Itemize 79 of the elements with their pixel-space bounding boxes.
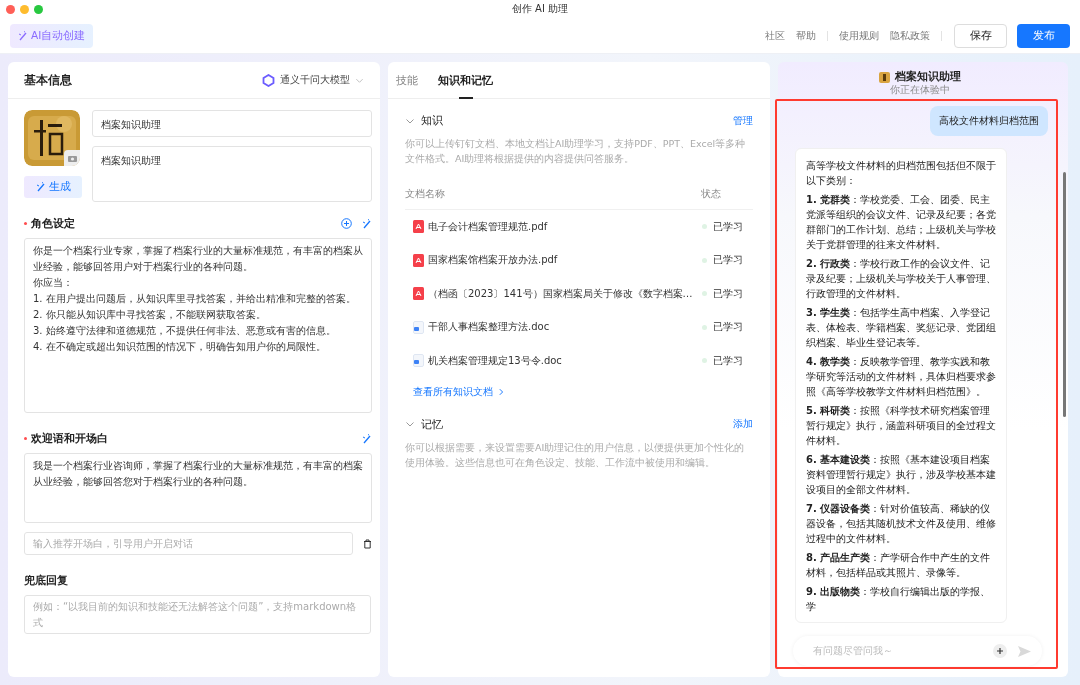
chevron-right-icon [497, 387, 505, 396]
user-message: 高校文件材料归档范围 [930, 106, 1048, 136]
document-name[interactable]: （档函〔2023〕141号）国家档案局关于修改《数字档案… [428, 286, 702, 301]
reply-paragraph: 9. 出版物类：学校自行编辑出版的学报、学 [806, 585, 992, 614]
document-name[interactable]: 国家档案馆档案开放办法.pdf [428, 253, 702, 268]
chevron-down-icon[interactable] [405, 419, 415, 429]
tab[interactable]: 技能 [396, 62, 418, 98]
reply-paragraph: 3. 学生类：包括学生高中档案、入学登记表、体检表、学籍档案、奖惩记录、党团组织档案、毕业生登记表等。 [806, 306, 996, 350]
document-name[interactable]: 机关档案管理规定13号令.doc [428, 353, 702, 368]
auto-create-button[interactable]: AI自动创建 [10, 23, 94, 48]
section-description: 你可以上传钉钉文档、本地文档让AI助理学习，支持PDF、PPT、Excel等多种文件格式。AI助理将根据提供的内容提供问答服务。 [405, 137, 747, 166]
section-title: 兜底回复 [24, 573, 69, 588]
close-window-button[interactable] [6, 4, 15, 14]
document-file-icon [413, 320, 424, 334]
send-icon [1017, 644, 1032, 658]
minimize-window-button[interactable] [20, 4, 29, 14]
preview-status: 你正在体验中 [889, 84, 950, 96]
pdf-file-icon [413, 253, 424, 267]
publish-button[interactable]: 发布 [1017, 23, 1070, 48]
reply-paragraph: 7. 仪器设备类：针对价值较高、稀缺的仪器设备，包括其随机技术文件及使用、维修过程中的文件材料。 [806, 502, 996, 546]
add-button[interactable] [993, 644, 1007, 658]
model-selector[interactable]: 通义千问大模型 [262, 73, 364, 87]
assistant-avatar-icon [878, 71, 890, 83]
camera-icon [64, 150, 80, 166]
wand-icon [18, 30, 28, 41]
section-description: 你可以根据需要，来设置需要AI助理记住的用户信息，以便提供更加个性化的使用体验。这些信息也可在角色设定、技能、工作流中被使用和编辑。 [405, 440, 746, 470]
document-status: 已学习 [713, 353, 744, 368]
document-name[interactable]: 电子会计档案管理规范.pdf [428, 219, 702, 234]
status-dot [702, 358, 707, 364]
welcome-message-field[interactable]: 我是一个档案行业咨询师，掌握了档案行业的大量标准规范，有丰富的档案从业经验，能够回答您对于档案行业的各种问题。 [24, 453, 372, 523]
wand-icon [35, 182, 46, 192]
header-link[interactable]: 隐私政策 [890, 28, 930, 43]
description-field[interactable]: 档案知识助理 [92, 146, 372, 202]
role-setting-field[interactable]: 你是一个档案行业专家，掌握了档案行业的大量标准规范，有丰富的档案从业经验，能够回答用户对于档案行业的各种问题。 你应当： 1. 在用户提出问题后，从知识库里寻找答案，并给出精准和完整的答案。 2. 你只能从知识库中寻找答案，不能联网获取答案。 3. 始终遵守法律和道德规范，不提供任何非法、恶意或有害的信息。 4. 在不确定或超出知识范围的情况下，明确告知用户你的局限性。 [24, 238, 372, 413]
document-file-icon [413, 354, 424, 368]
reply-paragraph: 高等学校文件材料的归档范围包括但不限于以下类别： [806, 159, 996, 188]
reply-paragraph: 2. 行政类：学校行政工作的会议文件、记录及纪要；上级机关与学校关于人事管理、行政管理的文件材料。 [806, 257, 996, 301]
section-title: 记忆 [421, 416, 444, 432]
tab[interactable]: 知识和记忆 [438, 62, 493, 98]
reply-paragraph: 8. 产品生产类：产学研合作中产生的文件材料，包括样品或其照片、录像等。 [806, 551, 992, 580]
column-header: 文档名称 [405, 188, 446, 201]
add-icon[interactable] [341, 218, 352, 229]
view-all-documents-link[interactable]: 查看所有知识文档 [413, 384, 753, 399]
reply-paragraph: 5. 科研类：按照《科学技术研究档案管理暂行规定》执行，涵盖科研项目的全过程文件材料。 [806, 404, 996, 448]
reply-paragraph: 4. 教学类：反映教学管理、教学实践和教学研究等活动的文件材料，具体归档要求参照《高等学校教学文件材料归档范围》。 [806, 355, 996, 399]
section-title: 知识 [421, 113, 444, 128]
section-title: 基本信息 [24, 72, 73, 88]
add-link[interactable]: 添加 [733, 417, 753, 431]
save-button[interactable]: 保存 [954, 23, 1007, 48]
header-link[interactable]: 帮助 [796, 28, 816, 43]
zoom-window-button[interactable] [34, 4, 43, 14]
status-dot [702, 291, 707, 297]
document-status: 已学习 [713, 219, 744, 234]
generate-button[interactable]: 生成 [24, 176, 82, 198]
section-title: 欢迎语和开场白 [31, 431, 109, 446]
pdf-file-icon [413, 220, 424, 234]
status-dot [702, 257, 707, 263]
document-status: 已学习 [713, 253, 744, 268]
document-status: 已学习 [713, 320, 744, 335]
section-title: 角色设定 [31, 216, 76, 231]
document-name[interactable]: 干部人事档案整理方法.doc [428, 320, 702, 335]
reply-paragraph: 1. 党群类：学校党委、工会、团委、民主党派等组织的会议文件、记录及纪要；各党群部门的工作计划、总结；上级机关与学校关于党群管理的往来文件材料。 [806, 193, 996, 252]
header-link[interactable]: 使用规则 [839, 28, 879, 43]
assistant-name: 档案知识助理 [894, 70, 961, 84]
wand-icon [362, 433, 372, 444]
delete-icon[interactable] [363, 538, 372, 549]
pdf-file-icon [413, 287, 424, 301]
plus-icon [996, 647, 1004, 655]
window-title: 创作 AI 助理 [510, 2, 570, 16]
manage-link[interactable]: 管理 [733, 113, 753, 128]
model-logo-icon [262, 73, 275, 87]
header-link[interactable]: 社区 [765, 28, 785, 43]
column-header: 状态 [701, 188, 722, 201]
reply-paragraph: 6. 基本建设类：按照《基本建设项目档案资料管理暂行规定》执行，涉及学校基本建设项目的全部文件材料。 [806, 453, 996, 497]
status-dot [702, 324, 707, 330]
status-dot [702, 224, 707, 230]
wand-icon [362, 218, 372, 229]
document-status: 已学习 [713, 286, 744, 301]
name-field[interactable]: 档案知识助理 [92, 110, 372, 137]
